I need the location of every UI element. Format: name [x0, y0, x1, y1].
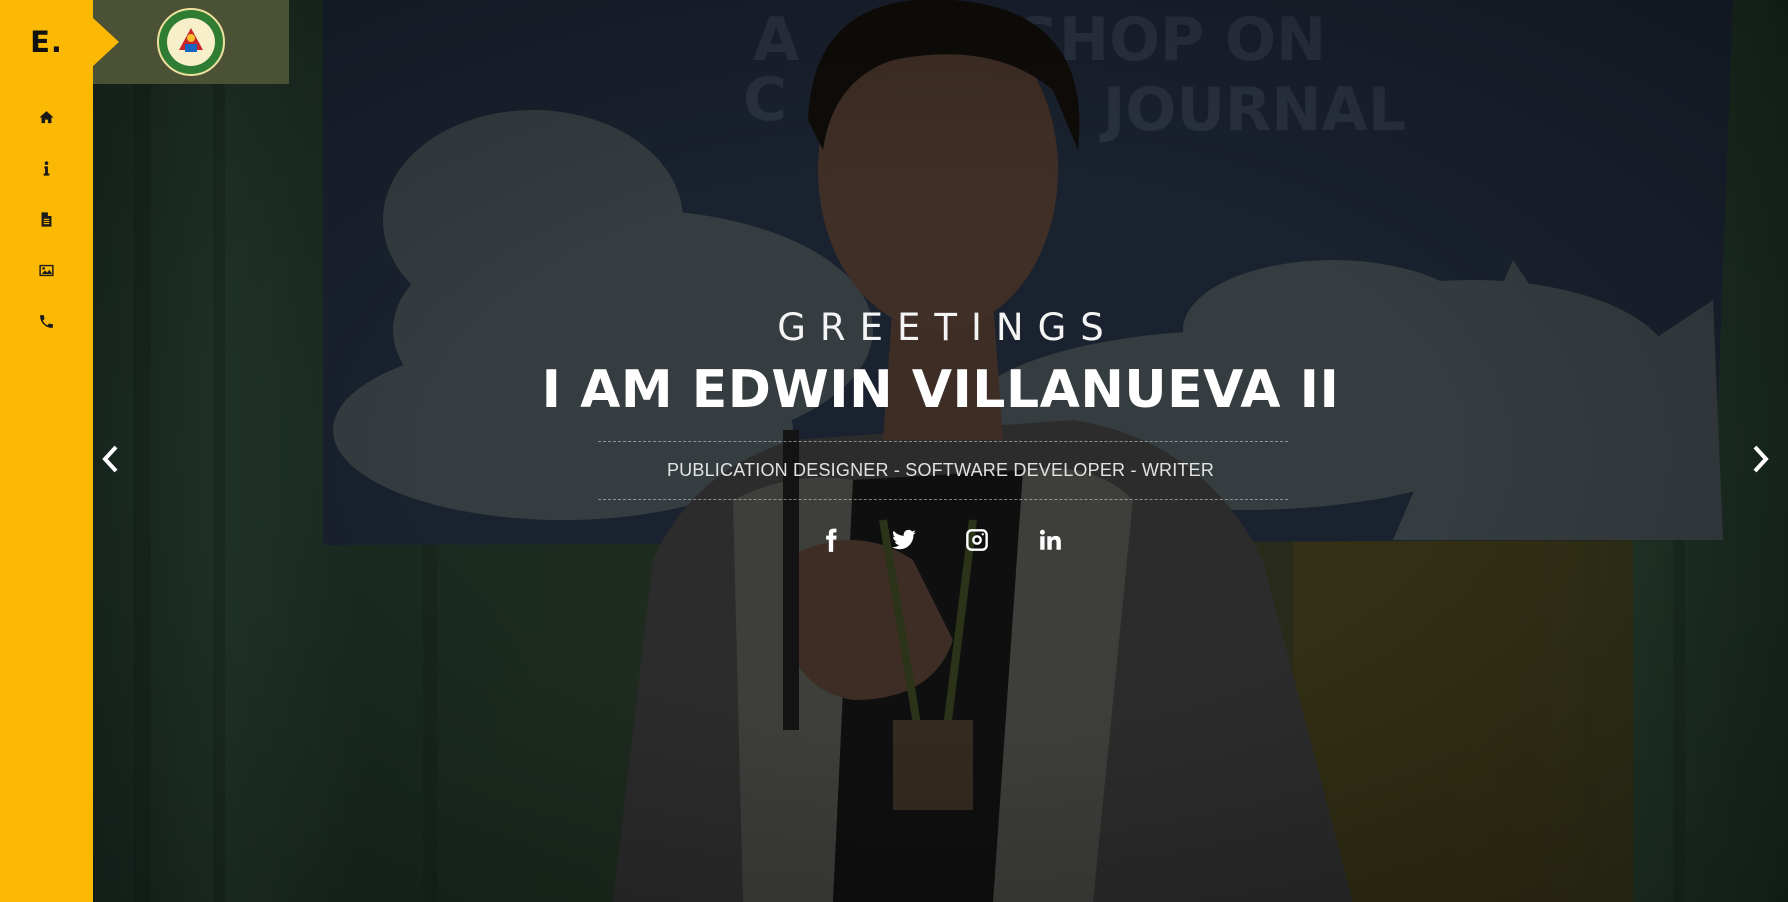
linkedin-icon: [1039, 529, 1061, 550]
hero-title: I AM EDWIN VILLANUEVA II: [541, 360, 1340, 420]
hero-content: GREETINGS I AM EDWIN VILLANUEVA II PUBLI…: [93, 0, 1788, 902]
carousel-prev-button[interactable]: [97, 441, 125, 477]
twitter-icon: [892, 529, 916, 550]
phone-icon: [40, 315, 53, 328]
twitter-link[interactable]: [868, 522, 941, 558]
nav-item-gallery[interactable]: [0, 245, 93, 296]
school-logo-box[interactable]: [93, 0, 289, 84]
facebook-link[interactable]: [795, 522, 868, 558]
image-icon: [39, 264, 54, 277]
carousel-next-button[interactable]: [1746, 441, 1774, 477]
document-icon: [41, 212, 52, 227]
facebook-icon: [826, 528, 837, 552]
nav-item-about[interactable]: [0, 143, 93, 194]
dashed-divider-top: [598, 441, 1288, 442]
chevron-right-icon: [1753, 445, 1769, 473]
nav-item-home[interactable]: [0, 92, 93, 143]
sidebar-nav: [0, 92, 93, 347]
school-seal-logo: [157, 8, 225, 76]
sidebar: E.: [0, 0, 93, 902]
info-icon: [43, 161, 50, 176]
instagram-link[interactable]: [941, 522, 1014, 558]
chevron-left-icon: [102, 445, 118, 473]
dashed-divider-bottom: [598, 499, 1288, 500]
home-icon: [39, 111, 54, 124]
nav-item-resume[interactable]: [0, 194, 93, 245]
brand-logo[interactable]: E.: [0, 0, 93, 84]
instagram-icon: [966, 529, 988, 551]
brand-pointer: [93, 18, 119, 66]
nav-item-contact[interactable]: [0, 296, 93, 347]
social-links: [93, 522, 1788, 558]
linkedin-link[interactable]: [1014, 522, 1087, 558]
hero-subtitle: PUBLICATION DESIGNER - SOFTWARE DEVELOPE…: [666, 460, 1215, 480]
greeting-text: GREETINGS: [777, 306, 1118, 349]
